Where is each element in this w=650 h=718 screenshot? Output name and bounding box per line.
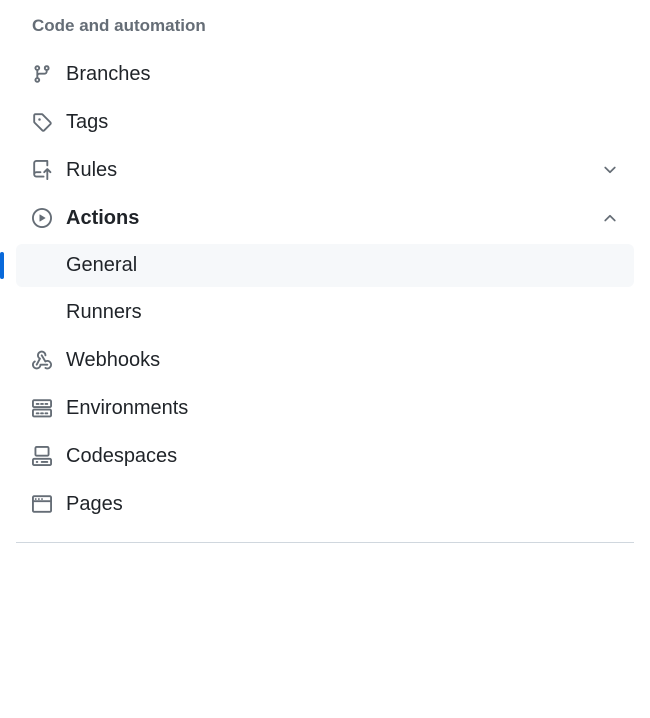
sidebar-item-label: Environments: [66, 397, 620, 420]
sidebar-subitem-runners[interactable]: Runners: [16, 291, 634, 334]
tag-icon: [30, 110, 54, 134]
nav-list: Branches Tags Rules Actions: [16, 52, 634, 526]
sidebar-item-label: Tags: [66, 111, 620, 134]
section-heading: Code and automation: [16, 8, 634, 52]
sidebar-item-environments[interactable]: Environments: [16, 386, 634, 430]
sidebar-item-codespaces[interactable]: Codespaces: [16, 434, 634, 478]
codespaces-icon: [30, 444, 54, 468]
sidebar-subitem-label: General: [66, 254, 137, 277]
sidebar-item-label: Webhooks: [66, 349, 620, 372]
sidebar-item-label: Rules: [66, 159, 600, 182]
server-icon: [30, 396, 54, 420]
divider: [16, 542, 634, 543]
sidebar-item-webhooks[interactable]: Webhooks: [16, 338, 634, 382]
play-icon: [30, 206, 54, 230]
browser-icon: [30, 492, 54, 516]
sidebar-item-actions[interactable]: Actions: [16, 196, 634, 240]
sidebar-item-label: Pages: [66, 493, 620, 516]
chevron-down-icon: [600, 160, 620, 180]
git-branch-icon: [30, 62, 54, 86]
sidebar-item-label: Branches: [66, 63, 620, 86]
settings-sidebar: Code and automation Branches Tags Rules: [0, 0, 650, 543]
sidebar-subitem-general[interactable]: General: [16, 244, 634, 287]
sidebar-item-rules[interactable]: Rules: [16, 148, 634, 192]
sidebar-item-label: Actions: [66, 207, 600, 230]
repo-push-icon: [30, 158, 54, 182]
sidebar-item-label: Codespaces: [66, 445, 620, 468]
webhook-icon: [30, 348, 54, 372]
sidebar-item-branches[interactable]: Branches: [16, 52, 634, 96]
sidebar-item-tags[interactable]: Tags: [16, 100, 634, 144]
sidebar-subitem-label: Runners: [66, 301, 142, 324]
sidebar-item-pages[interactable]: Pages: [16, 482, 634, 526]
chevron-up-icon: [600, 208, 620, 228]
